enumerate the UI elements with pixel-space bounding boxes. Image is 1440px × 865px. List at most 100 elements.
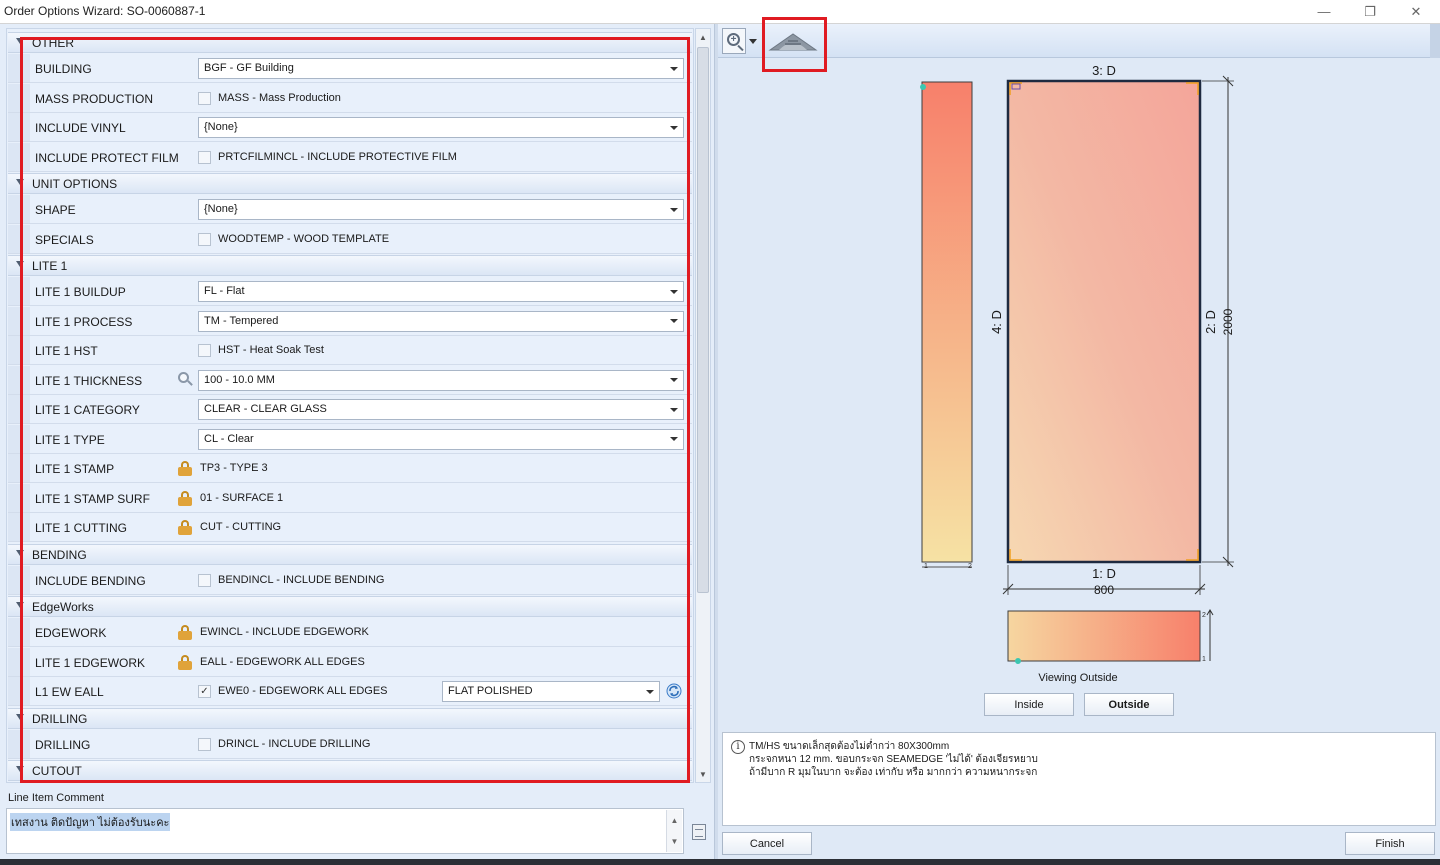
outside-button[interactable]: Outside xyxy=(1084,693,1174,716)
chevron-down-icon[interactable] xyxy=(749,39,757,44)
title-bar: Order Options Wizard: SO-0060887-1 — ❐ ✕ xyxy=(0,0,1440,24)
shape-view-button[interactable] xyxy=(766,28,820,54)
option-row: LITE 1 CATEGORY CLEAR - CLEAR GLASS xyxy=(8,395,692,424)
option-label: LITE 1 PROCESS xyxy=(35,314,133,329)
lock-icon xyxy=(178,490,192,506)
inside-button[interactable]: Inside xyxy=(984,693,1074,716)
collapse-icon[interactable] xyxy=(16,713,24,720)
option-value: 100 - 10.0 MM xyxy=(204,373,275,386)
option-select[interactable]: CL - Clear xyxy=(198,428,684,450)
option-label: LITE 1 HST xyxy=(35,344,98,358)
collapse-icon[interactable] xyxy=(16,766,24,772)
option-checkbox[interactable] xyxy=(198,91,211,105)
option-label: LITE 1 CUTTING xyxy=(35,521,128,535)
chevron-down-icon[interactable] xyxy=(665,200,683,219)
notes-icon[interactable] xyxy=(692,824,706,840)
glass-front-view xyxy=(1002,75,1234,595)
chevron-down-icon[interactable] xyxy=(665,371,683,390)
option-row: SPECIALS WOODTEMP - WOOD TEMPLATE xyxy=(8,224,692,254)
side-tick-1: 1 xyxy=(924,563,928,570)
option-select[interactable]: CLEAR - CLEAR GLASS xyxy=(198,399,684,420)
option-value: EWE0 - EDGEWORK ALL EDGES xyxy=(218,685,388,697)
property-grid: OTHER BUILDING BGF - GF Building MASS PRODU… xyxy=(6,28,694,783)
refresh-icon[interactable] xyxy=(666,683,682,699)
option-label: INCLUDE VINYL xyxy=(35,121,126,135)
scroll-down-icon[interactable]: ▼ xyxy=(667,831,682,852)
chevron-down-icon[interactable] xyxy=(641,682,659,701)
section-header[interactable]: OTHER xyxy=(8,32,692,53)
zoom-button[interactable]: + xyxy=(722,28,746,54)
option-label: MASS PRODUCTION xyxy=(35,91,154,106)
collapse-icon[interactable] xyxy=(16,549,24,556)
collapse-icon[interactable] xyxy=(16,179,24,185)
scroll-thumb[interactable] xyxy=(697,47,709,593)
search-icon[interactable] xyxy=(178,371,194,388)
toolbar-scrollbar[interactable] xyxy=(1430,24,1440,58)
finish-button[interactable]: Finish xyxy=(1345,832,1435,855)
section-header[interactable]: DRILLING xyxy=(8,707,692,729)
option-row: INCLUDE BENDING BENDINCL - INCLUDE BENDIN… xyxy=(8,565,692,595)
section-header[interactable]: UNIT OPTIONS xyxy=(8,173,692,194)
height-dimension: 2000 xyxy=(1221,308,1235,335)
right-edge-label: 2: D xyxy=(1203,310,1218,334)
option-label: LITE 1 THICKNESS xyxy=(35,373,143,388)
scroll-down-icon[interactable]: ▼ xyxy=(696,766,710,782)
collapse-icon[interactable] xyxy=(16,261,24,267)
option-select[interactable]: FL - Flat xyxy=(198,281,684,302)
option-row: LITE 1 TYPE CL - Clear xyxy=(8,424,692,454)
option-select[interactable]: {None} xyxy=(198,117,684,138)
restore-button[interactable]: ❐ xyxy=(1347,0,1393,23)
width-dimension: 800 xyxy=(1094,583,1114,597)
section-header[interactable]: CUTOUT xyxy=(8,760,692,781)
option-select[interactable]: TM - Tempered xyxy=(198,310,684,332)
chevron-down-icon[interactable] xyxy=(665,59,683,78)
section-header[interactable]: BENDING xyxy=(8,543,692,565)
lock-icon xyxy=(178,461,192,476)
comment-field[interactable]: เทสงาน ติดปัญหา ไม่ต้องรับนะคะ xyxy=(6,808,684,854)
chevron-down-icon[interactable] xyxy=(665,118,683,137)
taskbar-strip xyxy=(0,859,1440,865)
option-row: INCLUDE VINYL {None} xyxy=(8,113,692,142)
scroll-up-icon[interactable]: ▲ xyxy=(696,29,710,45)
scroll-up-icon[interactable]: ▲ xyxy=(667,810,682,831)
section-title: LITE 1 xyxy=(32,259,68,273)
collapse-icon[interactable] xyxy=(16,602,24,608)
minimize-button[interactable]: — xyxy=(1301,0,1347,23)
option-select[interactable]: {None} xyxy=(198,199,684,220)
option-label: BUILDING xyxy=(35,62,92,76)
option-label: SHAPE xyxy=(35,203,76,217)
chevron-down-icon[interactable] xyxy=(665,312,683,331)
option-label: LITE 1 STAMP xyxy=(35,462,115,476)
chevron-down-icon[interactable] xyxy=(665,282,683,301)
section-header[interactable]: EdgeWorks xyxy=(8,596,692,617)
chevron-down-icon[interactable] xyxy=(665,430,683,449)
option-label: LITE 1 TYPE xyxy=(35,432,105,447)
option-row: LITE 1 STAMP SURF 01 - SURFACE 1 xyxy=(8,483,692,513)
finish-select[interactable]: FLAT POLISHED xyxy=(442,681,660,702)
option-value: CLEAR - CLEAR GLASS xyxy=(204,403,327,415)
comment-scrollbar[interactable]: ▲ ▼ xyxy=(666,810,682,852)
close-button[interactable]: ✕ xyxy=(1393,0,1439,23)
cancel-button[interactable]: Cancel xyxy=(722,832,812,855)
option-value: BENDINCL - INCLUDE BENDING xyxy=(218,573,385,586)
option-checkbox[interactable] xyxy=(198,344,211,357)
section-title: UNIT OPTIONS xyxy=(32,177,118,191)
comment-label: Line Item Comment xyxy=(8,792,104,804)
option-row: DRILLING DRINCL - INCLUDE DRILLING xyxy=(8,729,692,759)
section-title: BENDING xyxy=(32,547,87,562)
chevron-down-icon[interactable] xyxy=(665,400,683,419)
option-checkbox[interactable] xyxy=(198,573,211,587)
collapse-icon[interactable] xyxy=(16,38,24,44)
section-header[interactable]: LITE 1 xyxy=(8,255,692,276)
option-label: SPECIALS xyxy=(35,232,94,247)
option-checkbox[interactable] xyxy=(198,150,211,164)
property-grid-scrollbar[interactable]: ▲ ▼ xyxy=(695,28,711,783)
option-checkbox[interactable] xyxy=(198,232,211,246)
window-title: Order Options Wizard: SO-0060887-1 xyxy=(4,4,206,18)
preview-pane: + 1 2 2 1 3: D 1: D 800 4: D 2: D 2000 V… xyxy=(718,24,1440,865)
option-value: BGF - GF Building xyxy=(204,62,294,74)
option-checkbox[interactable]: ✓ xyxy=(198,685,211,698)
option-select[interactable]: 100 - 10.0 MM xyxy=(198,369,684,391)
option-checkbox[interactable] xyxy=(198,737,211,751)
option-select[interactable]: BGF - GF Building xyxy=(198,58,684,79)
